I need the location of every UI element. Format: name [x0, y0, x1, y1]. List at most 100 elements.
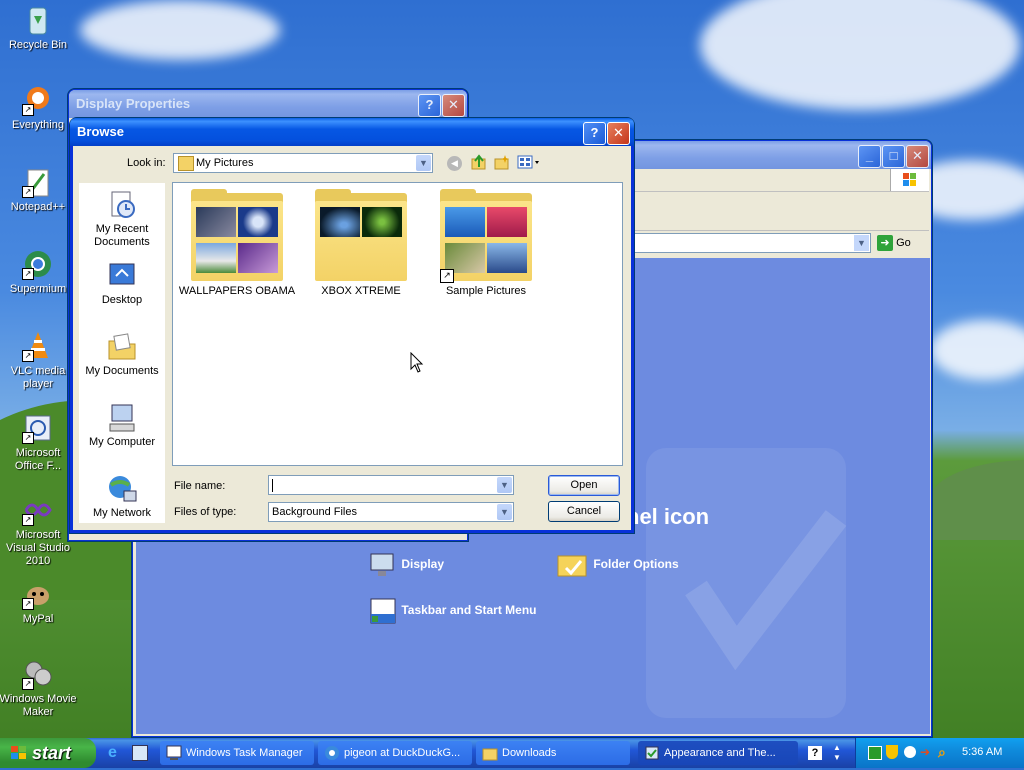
minimize-button[interactable]: _ — [858, 145, 881, 168]
open-button[interactable]: Open — [548, 475, 620, 496]
display-link[interactable]: Display — [368, 550, 444, 580]
recycle-bin-icon — [22, 4, 54, 36]
my-network-icon — [106, 473, 138, 505]
desktop-icon-vlc[interactable]: ↗ VLC media player — [0, 330, 78, 391]
scroll-arrows-icon[interactable]: ▲ ▼ — [832, 743, 842, 763]
display-properties-titlebar[interactable]: Display Properties ? ✕ — [69, 90, 467, 118]
internet-explorer-icon[interactable]: e — [108, 744, 117, 762]
help-button[interactable]: ? — [583, 122, 606, 145]
desktop-icon-recycle-bin[interactable]: Recycle Bin — [0, 4, 78, 52]
task-pigeon-duckduckgo[interactable]: pigeon at DuckDuckG... — [318, 741, 472, 765]
desktop-icon-movie-maker[interactable]: ↗ Windows Movie Maker — [0, 658, 78, 719]
show-desktop-icon[interactable] — [132, 745, 148, 761]
files-of-type-value: Background Files — [272, 506, 357, 518]
desktop-icon-visual-studio[interactable]: ↗ Microsoft Visual Studio 2010 — [0, 494, 78, 568]
chevron-down-icon[interactable]: ▼ — [497, 504, 512, 520]
file-name-input[interactable]: ▼ — [268, 475, 514, 495]
task-manager-icon — [166, 745, 182, 761]
chevron-down-icon[interactable]: ▼ — [416, 155, 431, 171]
vlc-cone-icon: ↗ — [22, 330, 54, 362]
tray-arrow-icon[interactable]: ➔ — [920, 745, 930, 759]
files-of-type-select[interactable]: Background Files ▼ — [268, 502, 514, 522]
help-tray-icon[interactable]: ? — [808, 746, 822, 760]
browse-titlebar[interactable]: Browse ? ✕ — [70, 118, 634, 146]
security-shield-icon[interactable] — [886, 745, 898, 759]
address-dropdown[interactable]: ▼ — [854, 235, 869, 251]
system-tray: ➔ ⌕ 5:36 AM — [855, 738, 1024, 768]
place-my-network[interactable]: My Network — [79, 473, 165, 520]
place-desktop[interactable]: Desktop — [79, 260, 165, 307]
folder-options-link[interactable]: Folder Options — [556, 550, 679, 580]
task-downloads[interactable]: Downloads — [476, 741, 630, 765]
supermium-browser-icon: ↗ — [22, 248, 54, 280]
close-button[interactable]: ✕ — [607, 122, 630, 145]
new-folder-icon[interactable] — [494, 154, 510, 170]
taskbar-and-start-menu-link[interactable]: Taskbar and Start Menu — [368, 596, 536, 626]
file-list[interactable]: WALLPAPERS OBAMA XBOX XTREME ↗ Sample Pi… — [172, 182, 623, 466]
cancel-button[interactable]: Cancel — [548, 501, 620, 522]
desktop-icon-label: Recycle Bin — [8, 39, 68, 51]
office-icon: ↗ — [22, 412, 54, 444]
folder-icon — [482, 745, 498, 761]
task-appearance-and-themes[interactable]: Appearance and The... — [638, 741, 798, 765]
look-in-value: My Pictures — [196, 157, 254, 169]
place-my-documents[interactable]: My Documents — [79, 331, 165, 378]
control-panel-watermark-icon — [646, 448, 847, 718]
up-folder-icon[interactable] — [471, 154, 487, 170]
desktop-icon-supermium[interactable]: ↗ Supermium — [0, 248, 78, 296]
desktop-icon — [106, 260, 138, 292]
address-input[interactable]: ▼ — [627, 233, 871, 253]
desktop-icon-mypal[interactable]: ↗ MyPal — [0, 578, 78, 626]
folder-xbox-xtreme[interactable]: XBOX XTREME — [301, 189, 421, 297]
display-link-label: Display — [401, 557, 445, 572]
desktop-icon-everything[interactable]: ↗ Everything — [0, 84, 78, 132]
places-bar: My Recent Documents Desktop My Documents… — [79, 183, 165, 523]
folder-wallpapers-obama[interactable]: WALLPAPERS OBAMA — [177, 189, 297, 297]
thumbnail-image — [320, 207, 360, 237]
quick-launch: e — [104, 743, 154, 763]
mypal-browser-icon: ↗ — [22, 578, 54, 610]
files-of-type-label: Files of type: — [174, 506, 237, 518]
desktop-icon-notepad-plus-plus[interactable]: ↗ Notepad++ — [0, 166, 78, 214]
thumbnail-image — [445, 207, 485, 237]
thumbnail-image — [238, 243, 278, 273]
chevron-down-icon[interactable]: ▼ — [497, 477, 512, 493]
place-my-recent-documents[interactable]: My Recent Documents — [79, 189, 165, 249]
start-button[interactable]: start — [0, 738, 96, 768]
views-menu-icon[interactable] — [517, 155, 541, 170]
thumbnail-image — [196, 207, 236, 237]
folder-label: XBOX XTREME — [321, 285, 401, 297]
maximize-button[interactable]: □ — [882, 145, 905, 168]
close-button[interactable]: ✕ — [442, 94, 465, 117]
help-button[interactable]: ? — [418, 94, 441, 117]
movie-maker-icon: ↗ — [22, 658, 54, 690]
back-icon[interactable]: ◀ — [447, 156, 462, 171]
start-label: start — [32, 743, 72, 763]
look-in-combo[interactable]: My Pictures ▼ — [173, 153, 433, 173]
folder-sample-pictures[interactable]: ↗ Sample Pictures — [426, 189, 546, 297]
browser-icon — [324, 745, 340, 761]
tray-app-icon[interactable] — [904, 746, 916, 758]
pictures-folder-icon — [178, 156, 194, 171]
task-windows-task-manager[interactable]: Windows Task Manager — [160, 741, 314, 765]
browse-title: Browse — [77, 124, 124, 139]
folder-label: WALLPAPERS OBAMA — [178, 285, 296, 297]
go-label: Go — [896, 237, 911, 249]
mouse-cursor-icon — [410, 352, 424, 373]
desktop-icon-label: Supermium — [9, 283, 67, 295]
task-label: pigeon at DuckDuckG... — [344, 747, 461, 759]
tray-search-icon[interactable]: ⌕ — [938, 744, 946, 761]
go-button[interactable]: ➜ Go — [877, 234, 911, 252]
pick-control-panel-heading: nel icon — [626, 504, 710, 529]
clock[interactable]: 5:36 AM — [962, 746, 1002, 758]
text-caret — [272, 478, 273, 492]
place-my-computer[interactable]: My Computer — [79, 402, 165, 449]
tray-network-icon[interactable] — [868, 746, 882, 760]
thumbnail-image — [196, 243, 236, 273]
file-name-label: File name: — [174, 480, 226, 492]
windows-logo-icon — [890, 169, 929, 191]
desktop-icon-office[interactable]: ↗ Microsoft Office F... — [0, 412, 78, 473]
control-panel-icon — [644, 745, 660, 761]
folder-thumbnail-icon — [191, 189, 283, 281]
close-button[interactable]: ✕ — [906, 145, 929, 168]
